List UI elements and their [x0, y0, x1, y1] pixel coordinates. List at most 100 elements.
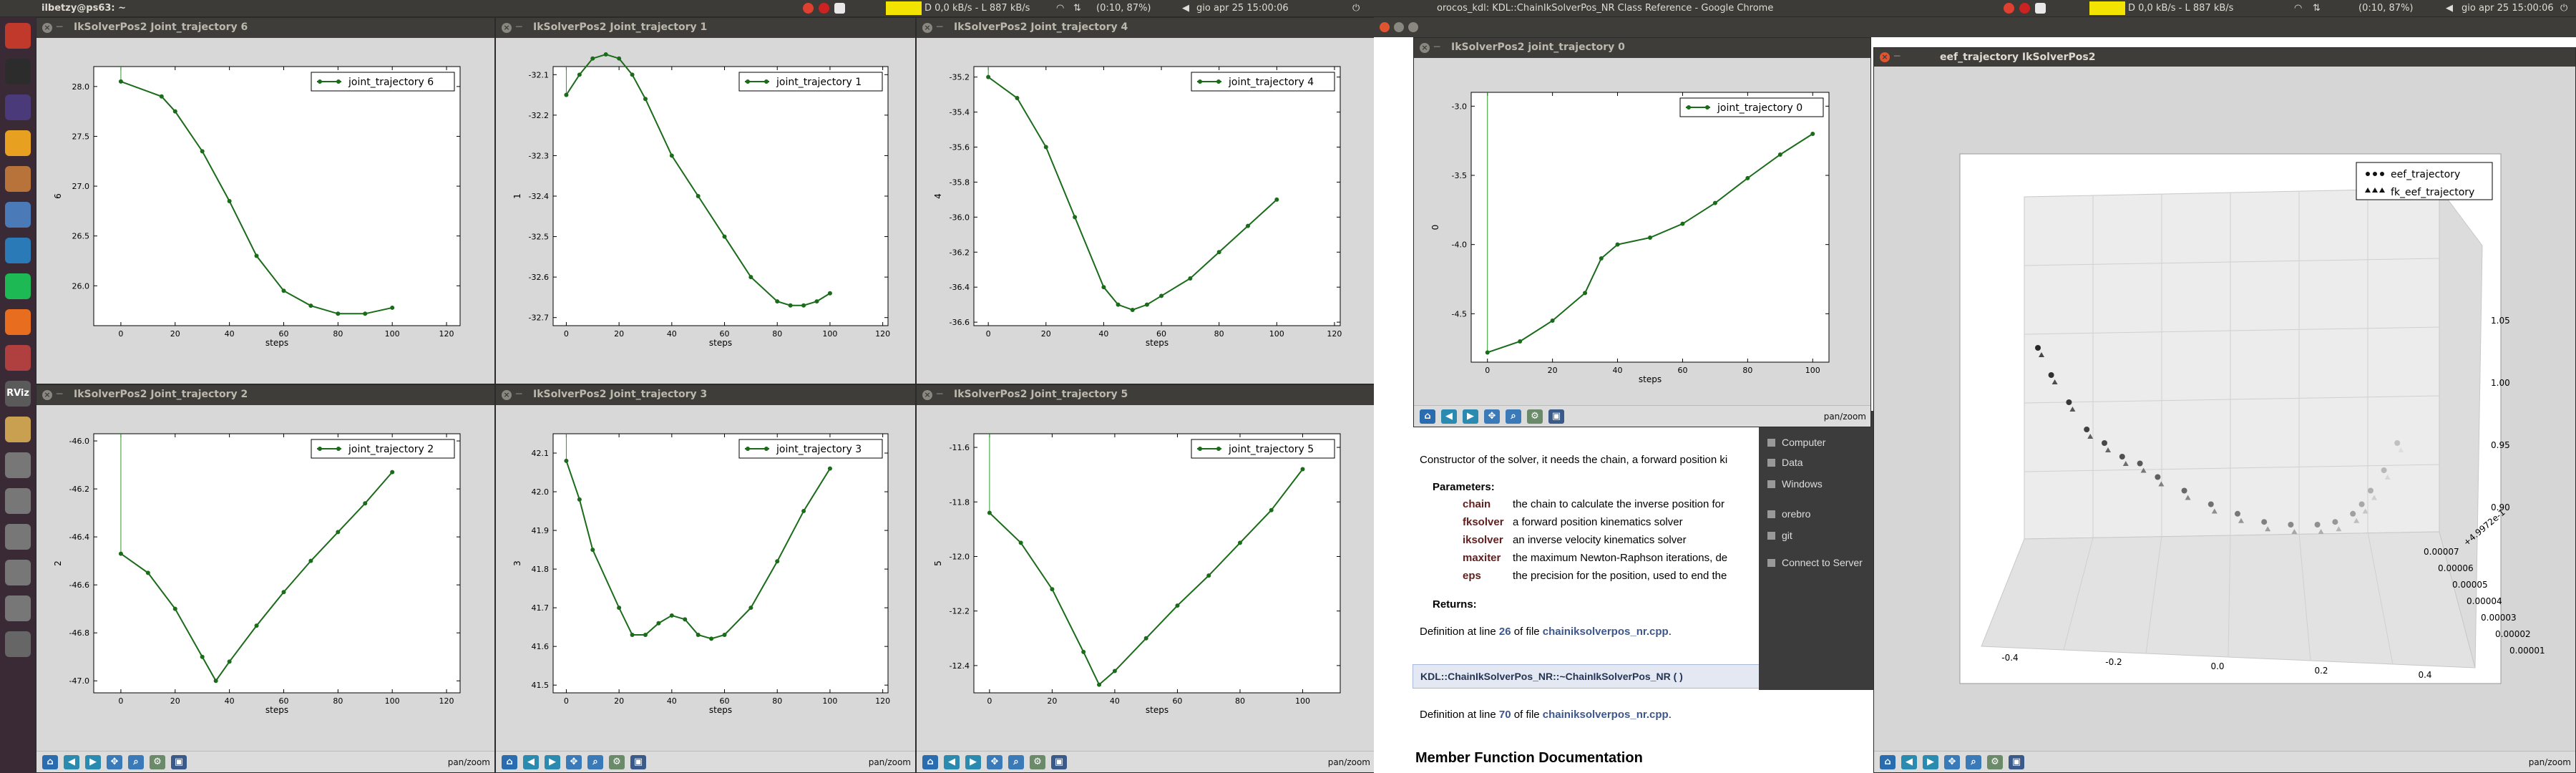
- line-link[interactable]: 26: [1499, 626, 1511, 638]
- chrome-titlebar[interactable]: [1374, 17, 2576, 37]
- sidebar-item[interactable]: Computer: [1767, 437, 1825, 448]
- sidebar-item[interactable]: git: [1767, 530, 1792, 541]
- zoom-icon[interactable]: ⌕: [1966, 755, 1981, 769]
- rviz-icon[interactable]: RViz: [5, 381, 31, 407]
- joint-4-plot[interactable]: 0 20 40 60 80 100 120-36.6-36.4-36.2-36.0-35.8…: [917, 38, 1375, 363]
- settings-icon[interactable]: [5, 345, 31, 371]
- back-icon[interactable]: ◀: [523, 755, 539, 769]
- chrome-tray-icon[interactable]: [803, 3, 814, 14]
- forward-icon[interactable]: ▶: [545, 755, 560, 769]
- configure-icon[interactable]: ⚙: [1987, 755, 2003, 769]
- close-icon[interactable]: ×: [1880, 52, 1890, 62]
- file-link[interactable]: chainiksolverpos_nr.cpp: [1543, 626, 1669, 638]
- save-icon[interactable]: ▣: [1051, 755, 1067, 769]
- forward-icon[interactable]: ▶: [85, 755, 101, 769]
- firefox-icon[interactable]: [5, 309, 31, 335]
- close-icon[interactable]: ×: [42, 390, 52, 400]
- keyboard-tray-icon[interactable]: [834, 3, 845, 14]
- save-icon[interactable]: ▣: [1548, 409, 1564, 424]
- eef-trajectory-3d-plot[interactable]: -0.4 -0.2 0.0 0.2 0.4 0.00001 0.00002 0.00003 0.…: [1874, 67, 2576, 752]
- clock-left[interactable]: gio apr 25 15:00:06: [1196, 3, 1289, 14]
- close-icon[interactable]: ×: [1420, 43, 1430, 53]
- close-icon[interactable]: ×: [502, 23, 512, 33]
- joint-2-plot[interactable]: 0 20 40 60 80 100 120-47.0-46.8-46.6-46.4-46.2…: [36, 405, 495, 730]
- back-icon[interactable]: ◀: [1901, 755, 1917, 769]
- maximize-icon[interactable]: [1408, 22, 1418, 32]
- sort-icon-right[interactable]: ⇅: [2313, 3, 2321, 14]
- save-icon[interactable]: ▣: [2009, 755, 2024, 769]
- configure-icon[interactable]: ⚙: [150, 755, 165, 769]
- home-icon[interactable]: ⌂: [502, 755, 517, 769]
- minimize-icon[interactable]: ─: [1894, 51, 1900, 62]
- configure-icon[interactable]: ⚙: [1030, 755, 1045, 769]
- pan-icon[interactable]: ✥: [1484, 409, 1500, 424]
- unknown-app-icon[interactable]: [5, 452, 31, 478]
- configure-icon[interactable]: ⚙: [1527, 409, 1543, 424]
- home-icon[interactable]: ⌂: [42, 755, 58, 769]
- battery-left[interactable]: (0:10, 87%): [1096, 3, 1151, 14]
- joint-1-plot[interactable]: 0 20 40 60 80 100 120-32.7-32.6-32.5-32.4-32.3…: [496, 38, 916, 363]
- ide-icon[interactable]: [5, 417, 31, 442]
- window-titlebar[interactable]: × ─ IkSolverPos2 Joint_trajectory 5: [917, 385, 1375, 405]
- sidebar-item[interactable]: Connect to Server: [1767, 557, 1863, 568]
- power-icon-right[interactable]: ⏻: [2560, 3, 2567, 14]
- pan-icon[interactable]: ✥: [107, 755, 122, 769]
- zoom-icon[interactable]: ⌕: [1008, 755, 1024, 769]
- close-icon[interactable]: ×: [922, 390, 932, 400]
- window-titlebar[interactable]: × ─ IkSolverPos2 Joint_trajectory 1: [496, 18, 915, 38]
- chrome-tray-icon-right[interactable]: [2004, 3, 2014, 14]
- forward-icon[interactable]: ▶: [1463, 409, 1478, 424]
- minimize-icon[interactable]: ─: [516, 21, 522, 33]
- minimize-icon[interactable]: ─: [57, 389, 62, 400]
- back-icon[interactable]: ◀: [944, 755, 960, 769]
- app-tray-icon-right[interactable]: [2019, 3, 2030, 14]
- close-icon[interactable]: ×: [502, 390, 512, 400]
- sort-icon[interactable]: ⇅: [1073, 3, 1081, 14]
- sidebar-item[interactable]: Data: [1767, 457, 1803, 468]
- back-icon[interactable]: ◀: [64, 755, 79, 769]
- window-titlebar[interactable]: × ─ IkSolverPos2 Joint_trajectory 2: [36, 385, 494, 405]
- wifi-icon-right[interactable]: ◠: [2294, 3, 2302, 14]
- back-icon[interactable]: ◀: [1441, 409, 1457, 424]
- close-icon[interactable]: [1380, 22, 1390, 32]
- zoom-icon[interactable]: ⌕: [587, 755, 603, 769]
- minimize-icon[interactable]: ─: [1434, 42, 1440, 53]
- spotify-icon[interactable]: [5, 273, 31, 299]
- pan-icon[interactable]: ✥: [566, 755, 582, 769]
- unknown-app-icon[interactable]: [5, 595, 31, 621]
- forward-icon[interactable]: ▶: [965, 755, 981, 769]
- zoom-icon[interactable]: ⌕: [1506, 409, 1521, 424]
- pan-icon[interactable]: ✥: [987, 755, 1002, 769]
- window-titlebar[interactable]: × ─ IkSolverPos2 Joint_trajectory 4: [917, 18, 1375, 38]
- configure-icon[interactable]: ⚙: [609, 755, 625, 769]
- joint-3-plot[interactable]: 0 20 40 60 80 100 12041.541.641.741.841.942.04…: [496, 405, 916, 730]
- eclipse-icon[interactable]: [5, 94, 31, 120]
- code-icon[interactable]: [5, 238, 31, 263]
- joint-6-plot[interactable]: 0 20 40 60 80 100 12026.026.527.027.528.0steps…: [36, 38, 495, 363]
- clock-right[interactable]: gio apr 25 15:00:06: [2462, 3, 2554, 14]
- home-icon[interactable]: ⌂: [1420, 409, 1435, 424]
- ubuntu-icon[interactable]: [5, 23, 31, 49]
- keyboard-tray-icon-right[interactable]: [2035, 3, 2046, 14]
- save-icon[interactable]: ▣: [171, 755, 187, 769]
- file-link[interactable]: chainiksolverpos_nr.cpp: [1543, 709, 1669, 721]
- window-titlebar[interactable]: × ─ eef_trajectory IkSolverPos2: [1874, 48, 2575, 67]
- joint-0-plot[interactable]: 0 20 40 60 80 100 -4.5 -4.0 -3.5 -3.0 steps 0 joint_…: [1414, 58, 1871, 407]
- volume-icon-right[interactable]: ◀: [2446, 3, 2453, 14]
- wifi-icon[interactable]: ◠: [1056, 3, 1064, 14]
- unknown-app-icon[interactable]: [5, 560, 31, 585]
- close-icon[interactable]: ×: [922, 23, 932, 33]
- minimize-icon[interactable]: [1394, 22, 1404, 32]
- home-icon[interactable]: ⌂: [922, 755, 938, 769]
- chrome-icon[interactable]: [5, 130, 31, 156]
- power-icon[interactable]: ⏻: [1352, 3, 1360, 14]
- trash-icon[interactable]: [5, 631, 31, 657]
- terminal-icon[interactable]: [5, 59, 31, 84]
- window-titlebar[interactable]: × ─ IkSolverPos2 Joint_trajectory 3: [496, 385, 915, 405]
- window-titlebar[interactable]: × ─ IkSolverPos2 joint_trajectory 0: [1414, 38, 1870, 58]
- home-icon[interactable]: ⌂: [1880, 755, 1896, 769]
- line-link[interactable]: 70: [1499, 709, 1511, 721]
- save-icon[interactable]: ▣: [630, 755, 646, 769]
- zoom-icon[interactable]: ⌕: [128, 755, 144, 769]
- files-icon[interactable]: [5, 166, 31, 192]
